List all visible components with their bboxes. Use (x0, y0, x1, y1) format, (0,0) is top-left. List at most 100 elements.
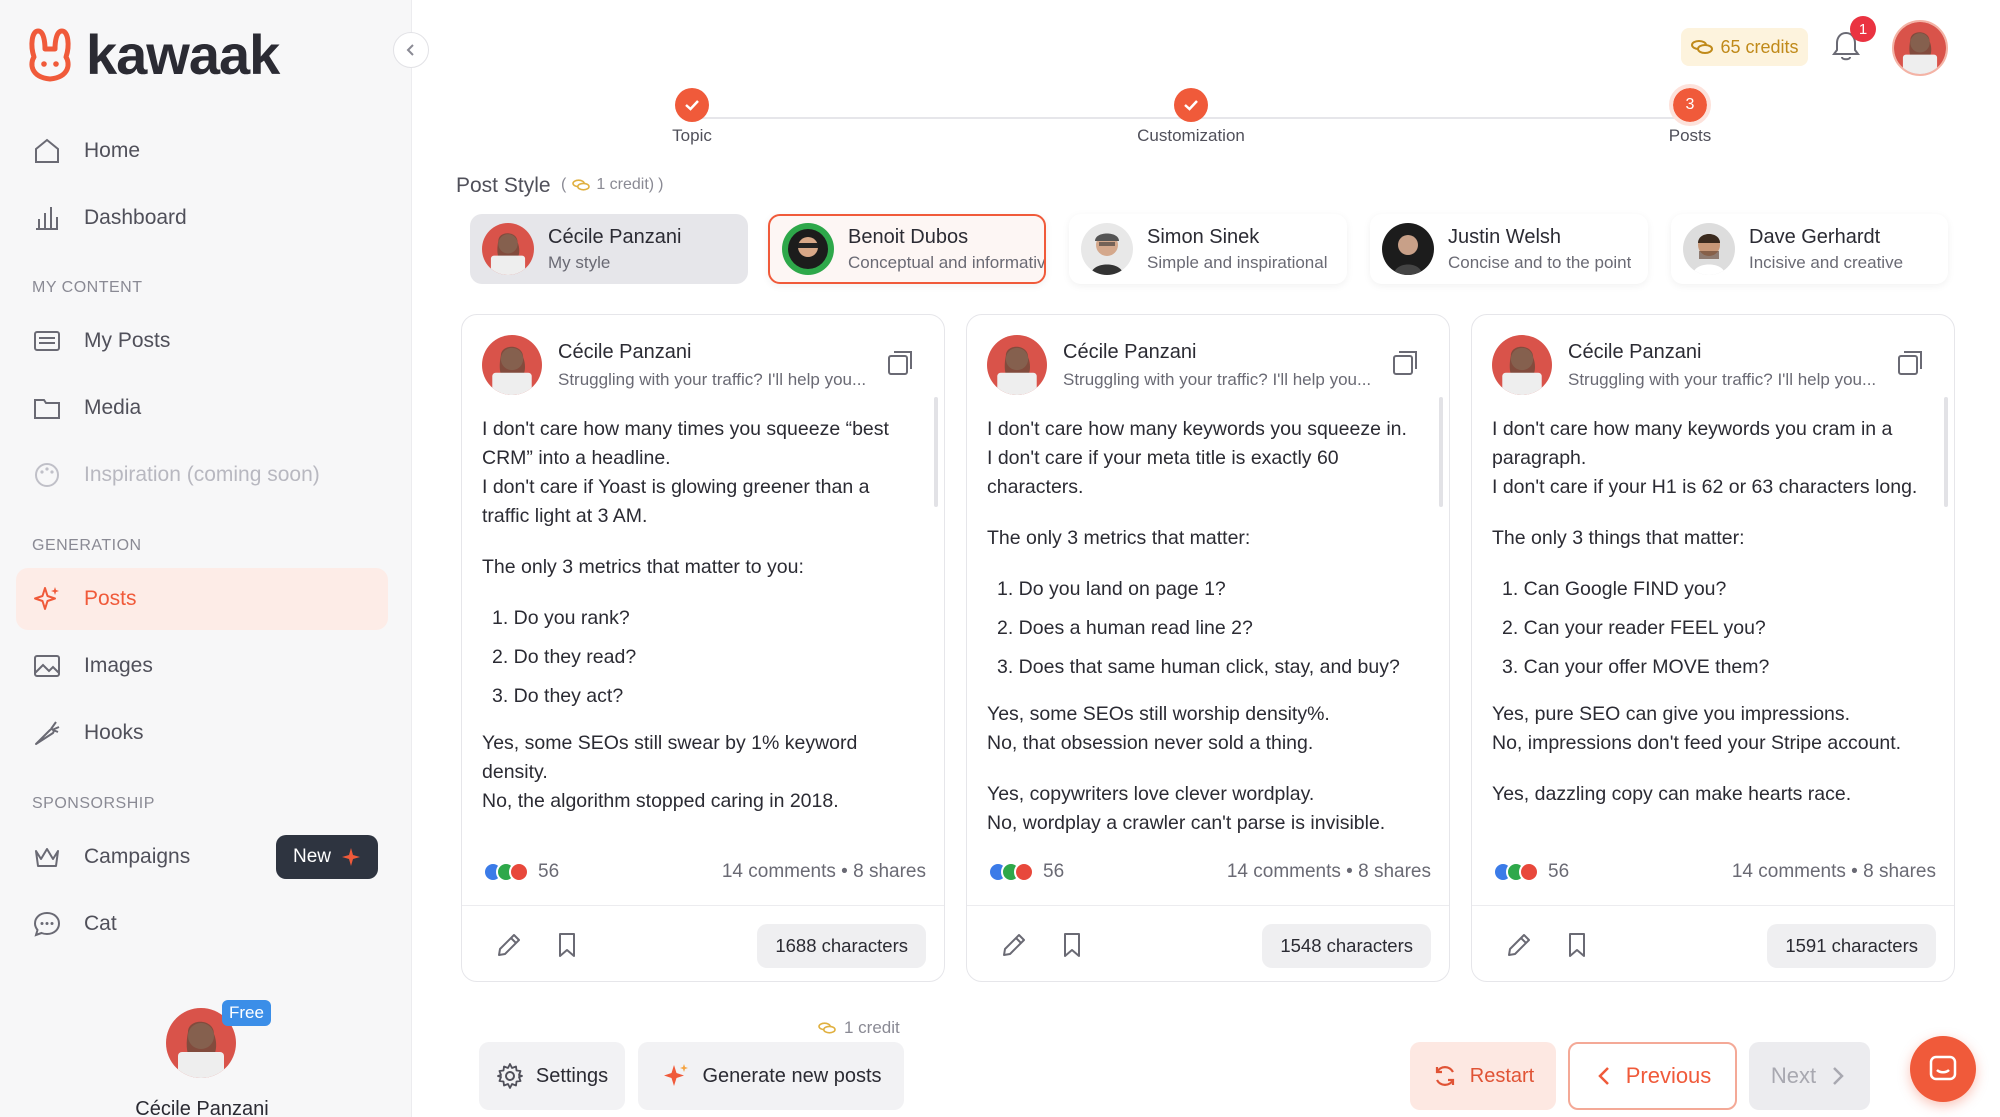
post-paragraph: Yes, pure SEO can give you impressions. … (1492, 703, 1902, 754)
comment-count: 14 comments (1731, 861, 1846, 882)
post-paragraph: The only 3 things that matter: (1492, 527, 1745, 549)
list-icon (34, 331, 60, 351)
section-generation: GENERATION (32, 537, 142, 554)
post-style-credit-label: 1 credit) (596, 176, 655, 193)
post-stats: 56 14 comments • 8 shares (987, 861, 1431, 883)
reaction-count: 56 (1548, 861, 1570, 882)
post-paragraph: I don't care how many keywords you cram … (1492, 418, 1918, 498)
scrollbar[interactable] (1944, 397, 1948, 507)
chat-bubble-icon (33, 911, 61, 937)
scrollbar[interactable] (1439, 397, 1443, 507)
avatar (482, 335, 542, 395)
section-sponsorship: SPONSORSHIP (32, 795, 155, 812)
bookmark-icon[interactable] (552, 930, 582, 960)
edit-icon[interactable] (1504, 930, 1534, 960)
edit-icon[interactable] (494, 930, 524, 960)
palette-icon (35, 463, 59, 487)
post-card[interactable]: Cécile Panzani Struggling with your traf… (966, 314, 1450, 982)
plan-badge: Free (222, 1000, 271, 1026)
style-chip-justin-welsh[interactable]: Justin Welsh Concise and to the point (1370, 214, 1648, 284)
generate-new-posts-button[interactable]: Generate new posts (638, 1042, 904, 1110)
copy-icon[interactable] (886, 349, 914, 377)
bunny-logo-icon (29, 28, 71, 81)
share-count: 8 shares (1358, 861, 1431, 882)
new-badge: New (276, 835, 378, 879)
list-item: 2. Can your reader FEEL you? (1502, 617, 1766, 639)
post-footer: 1688 characters (462, 905, 944, 981)
settings-button[interactable]: Settings (479, 1042, 625, 1110)
sparkle-icon (663, 1064, 688, 1086)
app-logo[interactable]: kawaak (26, 22, 280, 87)
settings-label: Settings (535, 1064, 609, 1087)
share-count: 8 shares (1863, 861, 1936, 882)
post-author-headline: Struggling with your traffic? I'll help … (558, 370, 867, 389)
comment-count: 14 comments (1226, 861, 1341, 882)
post-stats: 56 14 comments • 8 shares (1492, 861, 1936, 883)
post-paragraph: Yes, copywriters love clever wordplay. N… (987, 783, 1386, 834)
edit-icon[interactable] (999, 930, 1029, 960)
avatar (1081, 223, 1133, 275)
step-topic-check[interactable] (675, 88, 709, 122)
scrollbar[interactable] (934, 397, 938, 507)
step-label: Posts (1668, 126, 1712, 145)
next-button[interactable]: Next (1749, 1042, 1870, 1110)
bookmark-icon[interactable] (1057, 930, 1087, 960)
post-paragraph: Yes, some SEOs still swear by 1% keyword… (482, 732, 858, 812)
style-chip-dave-gerhardt[interactable]: Dave Gerhardt Incisive and creative (1671, 214, 1948, 284)
style-chip-simon-sinek[interactable]: Simon Sinek Simple and inspirational (1069, 214, 1347, 284)
restart-button[interactable]: Restart (1410, 1042, 1556, 1110)
character-count: 1548 characters (1262, 924, 1431, 968)
profile-name: Cécile Panzani (135, 1098, 269, 1117)
next-label: Next (1770, 1063, 1817, 1088)
crown-icon (35, 848, 59, 867)
style-chip-benoit-dubos[interactable]: Benoit Dubos Conceptual and informative (768, 214, 1046, 284)
previous-button[interactable]: Previous (1568, 1042, 1737, 1110)
post-style-credit-paren: ( (561, 176, 567, 193)
copy-icon[interactable] (1896, 349, 1924, 377)
sidebar-item-label: Cat (84, 912, 117, 935)
character-count: 1591 characters (1767, 924, 1936, 968)
post-footer: 1591 characters (1472, 905, 1954, 981)
post-card[interactable]: Cécile Panzani Struggling with your traf… (461, 314, 945, 982)
sidebar-item-media[interactable]: Media (16, 377, 388, 439)
list-item: 3. Does that same human click, stay, and… (997, 656, 1400, 678)
post-card[interactable]: Cécile Panzani Struggling with your traf… (1471, 314, 1955, 982)
chat-support-button[interactable] (1910, 1036, 1976, 1102)
sidebar-item-hooks[interactable]: Hooks (16, 702, 388, 764)
step-customization-check[interactable] (1174, 88, 1208, 122)
list-item: 2. Does a human read line 2? (997, 617, 1253, 639)
style-name: Justin Welsh (1448, 225, 1562, 248)
folder-icon (34, 399, 60, 419)
style-desc: Conceptual and informative (848, 252, 1044, 272)
sidebar-item-my-posts[interactable]: My Posts (16, 310, 388, 372)
check-icon (1184, 100, 1198, 111)
reactions-icon (988, 862, 1034, 882)
list-item: 1. Can Google FIND you? (1502, 578, 1727, 600)
new-badge-label: New (292, 846, 331, 867)
collapse-sidebar-button[interactable] (393, 32, 429, 68)
sidebar-item-label: Inspiration (coming soon) (84, 463, 320, 486)
sidebar-item-cat[interactable]: Cat (16, 893, 388, 955)
list-item: 2. Do they read? (492, 646, 637, 668)
avatar (482, 223, 534, 275)
user-avatar[interactable] (1892, 20, 1948, 76)
post-content: I don't care how many keywords you cram … (1492, 415, 1932, 831)
credits-badge[interactable]: 65 credits (1681, 28, 1808, 66)
list-item: 3. Do they act? (492, 685, 624, 707)
step-posts-number[interactable]: 3 (1669, 84, 1711, 126)
copy-icon[interactable] (1391, 349, 1419, 377)
sidebar-item-dashboard[interactable]: Dashboard (16, 187, 388, 249)
style-desc: Simple and inspirational (1147, 252, 1328, 272)
previous-label: Previous (1625, 1063, 1712, 1088)
sidebar-item-home[interactable]: Home (16, 120, 388, 182)
style-chip-my-style[interactable]: Cécile Panzani My style (470, 214, 748, 284)
sidebar-item-images[interactable]: Images (16, 635, 388, 697)
style-name: Simon Sinek (1147, 225, 1260, 248)
bookmark-icon[interactable] (1562, 930, 1592, 960)
sidebar-item-posts[interactable]: Posts (16, 568, 388, 630)
sidebar-item-label: Home (84, 139, 141, 162)
avatar (782, 223, 834, 275)
gear-icon (496, 1063, 523, 1089)
post-header: Cécile Panzani Struggling with your traf… (482, 335, 868, 395)
post-paragraph: Yes, some SEOs still worship density%. N… (987, 703, 1330, 754)
